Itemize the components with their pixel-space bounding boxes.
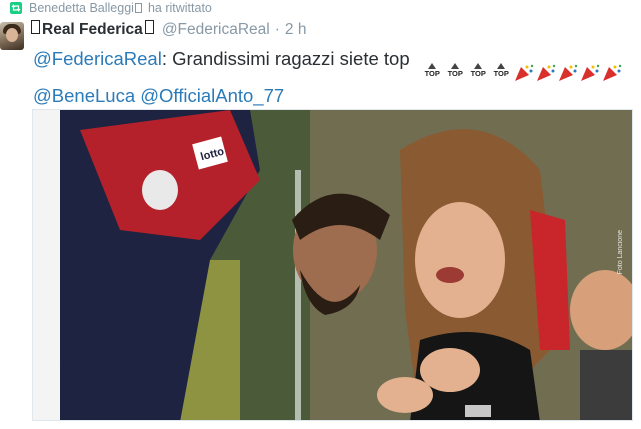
separator-dot: · — [274, 21, 280, 38]
tweet-body: : Grandissimi ragazzi siete top — [161, 48, 410, 69]
emoji-row: TOP TOP TOP TOP — [421, 63, 623, 83]
top-emoji-icon: TOP — [490, 63, 513, 83]
unsupported-glyph-box — [134, 3, 142, 13]
tweet-photo[interactable]: lotto Foto Lancione — [32, 109, 633, 421]
photo-illustration: lotto — [60, 110, 632, 420]
handle[interactable]: @FedericaReal — [162, 21, 270, 39]
retweet-context: Benedetta Balleggi ha ritwittato — [10, 0, 212, 16]
tweet-header: Real Federica @FedericaReal · 2 h — [31, 20, 306, 39]
photo-watermark: Foto Lancione — [617, 230, 624, 275]
party-popper-icon — [536, 64, 555, 81]
display-name[interactable]: Real Federica — [42, 21, 143, 39]
party-popper-icon — [602, 64, 621, 81]
unsupported-glyph-box — [144, 20, 154, 34]
top-emoji-icon: TOP — [467, 63, 490, 83]
top-emoji-icon: TOP — [444, 63, 467, 83]
retweet-icon — [10, 2, 22, 14]
timestamp-link[interactable]: 2 h — [285, 21, 307, 39]
retweet-label: ha ritwittato — [147, 1, 212, 15]
retweeter-name[interactable]: Benedetta Balleggi — [29, 1, 134, 15]
avatar[interactable] — [0, 22, 24, 50]
mention-link[interactable]: @FedericaReal — [33, 48, 162, 69]
mention-link[interactable]: @BeneLuca — [33, 85, 135, 106]
party-popper-icon — [558, 64, 577, 81]
top-emoji-icon: TOP — [421, 63, 444, 83]
party-popper-icon — [580, 64, 599, 81]
mention-link[interactable]: @OfficialAnto_77 — [140, 85, 284, 106]
party-popper-icon — [514, 64, 533, 81]
unsupported-glyph-box — [31, 20, 40, 34]
tweet-text: @FedericaReal: Grandissimi ragazzi siete… — [33, 46, 633, 109]
